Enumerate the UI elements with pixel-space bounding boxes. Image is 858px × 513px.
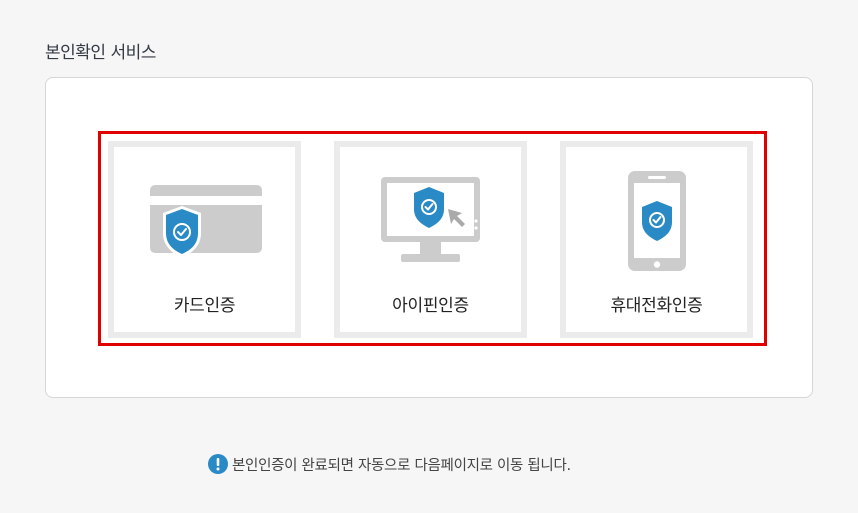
ipin-verification-tile: 아이핀인증: [340, 147, 521, 332]
section-title: 본인확인 서비스: [45, 43, 156, 63]
mobile-verification-label: 휴대전화인증: [610, 296, 703, 316]
card-verification-label: 카드인증: [173, 296, 236, 316]
identity-verification-page: 본인확인 서비스 카드인증 아이핀인증 휴대전화인증 본인인증이 완료되면 자동…: [0, 0, 858, 513]
notice-text: 본인인증이 완료되면 자동으로 다음페이지로 이동 됩니다.: [232, 457, 571, 474]
ipin-verification-label: 아이핀인증: [392, 296, 469, 316]
verification-panel: 카드인증 아이핀인증 휴대전화인증: [45, 77, 813, 398]
card-verification-option[interactable]: 카드인증: [108, 141, 301, 338]
card-verification-tile: 카드인증: [114, 147, 295, 332]
exclamation-circle-icon: [208, 454, 228, 474]
verification-options-highlight: 카드인증 아이핀인증 휴대전화인증: [98, 131, 767, 346]
mobile-verification-tile: 휴대전화인증: [566, 147, 747, 332]
ipin-verification-option[interactable]: 아이핀인증: [334, 141, 527, 338]
mobile-verification-option[interactable]: 휴대전화인증: [560, 141, 753, 338]
auto-redirect-notice: 본인인증이 완료되면 자동으로 다음페이지로 이동 됩니다.: [208, 453, 571, 475]
